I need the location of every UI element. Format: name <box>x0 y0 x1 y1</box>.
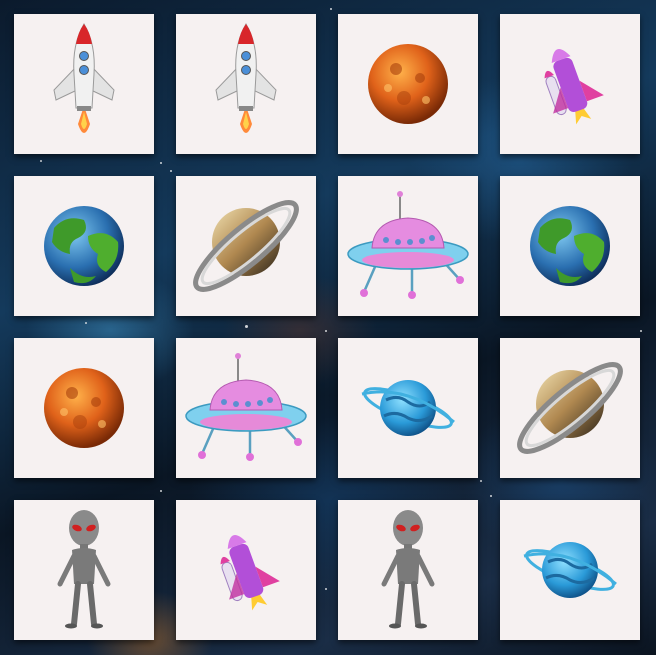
card-r1-c2[interactable] <box>176 14 316 154</box>
ufo-icon <box>347 191 469 299</box>
alien-icon <box>57 510 111 629</box>
card-r2-c3[interactable] <box>338 176 478 316</box>
card-r1-c3[interactable] <box>338 14 478 154</box>
card-r3-c3[interactable] <box>338 338 478 478</box>
card-r2-c2[interactable] <box>176 176 316 316</box>
card-r4-c2[interactable] <box>176 500 316 640</box>
saturn-icon <box>193 200 299 292</box>
card-r3-c1[interactable] <box>14 338 154 478</box>
alien-icon <box>381 510 435 629</box>
card-r2-c4[interactable] <box>500 176 640 316</box>
earth-icon <box>530 206 610 286</box>
card-r2-c1[interactable] <box>14 176 154 316</box>
space-shuttle-icon <box>220 535 280 611</box>
card-r3-c2[interactable] <box>176 338 316 478</box>
space-shuttle-icon <box>544 49 604 125</box>
rocket-icon <box>215 23 277 133</box>
card-r4-c1[interactable] <box>14 500 154 640</box>
orange-planet-icon <box>44 368 124 448</box>
orange-planet-icon <box>368 44 448 124</box>
ufo-icon <box>185 353 307 461</box>
memory-game-board <box>0 0 656 655</box>
blue-ringed-planet-icon <box>361 380 455 436</box>
earth-icon <box>44 206 124 286</box>
card-r1-c1[interactable] <box>14 14 154 154</box>
blue-ringed-planet-icon <box>523 542 617 598</box>
rocket-icon <box>53 23 115 133</box>
card-r3-c4[interactable] <box>500 338 640 478</box>
card-r4-c3[interactable] <box>338 500 478 640</box>
saturn-icon <box>517 362 623 454</box>
card-r1-c4[interactable] <box>500 14 640 154</box>
card-r4-c4[interactable] <box>500 500 640 640</box>
